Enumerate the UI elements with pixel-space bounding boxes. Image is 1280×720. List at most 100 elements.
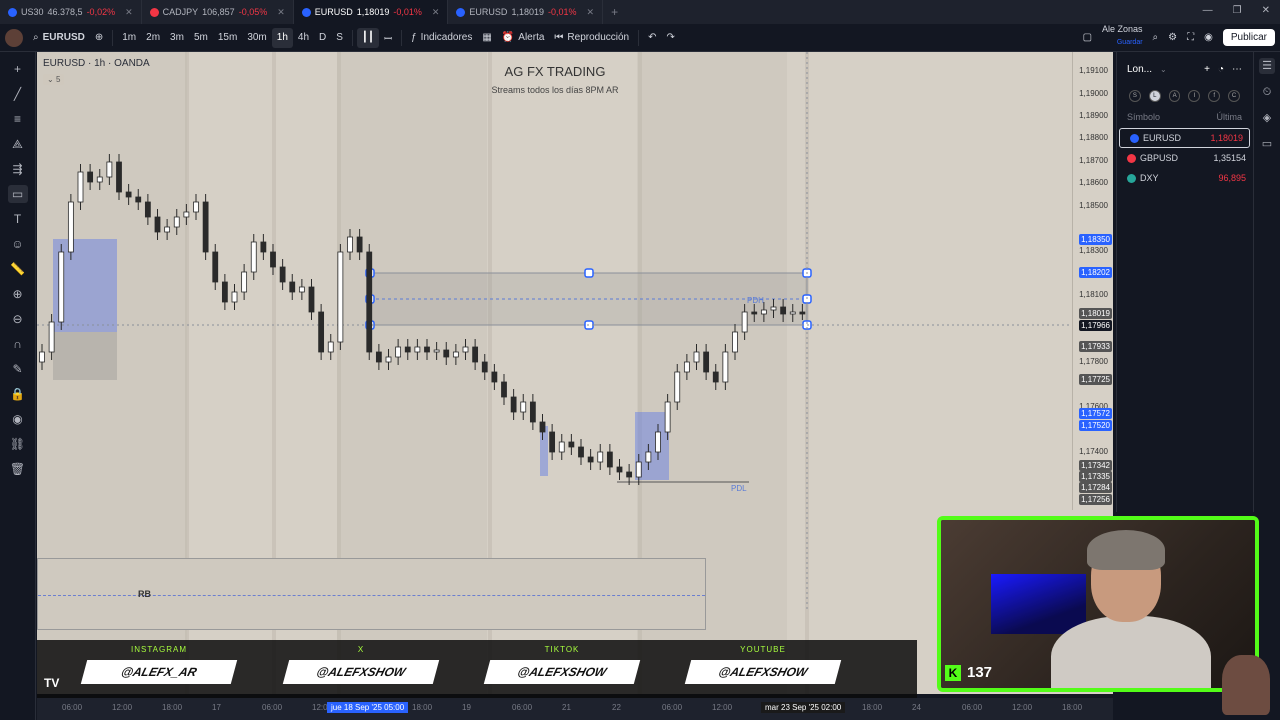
price-label: 1,17800 (1079, 357, 1108, 366)
minimize-icon[interactable]: — (1203, 5, 1213, 16)
watchlist-filter[interactable]: C (1228, 90, 1240, 102)
timeframe-D[interactable]: D (314, 24, 331, 52)
ruler-icon[interactable]: 📏 (8, 260, 28, 278)
alert-button[interactable]: ⏰ Alerta (497, 24, 550, 52)
candle-body (173, 216, 180, 228)
watchlist-settings-icon[interactable]: ◔ (1218, 64, 1224, 75)
publish-button[interactable]: Publicar (1218, 24, 1280, 52)
watchlist-filter[interactable]: f (1208, 90, 1221, 102)
chevron-down-icon[interactable]: ⌄ (1160, 65, 1167, 74)
publish-label: Publicar (1222, 29, 1275, 46)
rb-indicator-panel[interactable]: RB (37, 558, 706, 630)
lock-drawing-icon[interactable]: ✎ (8, 360, 28, 378)
fib-icon[interactable]: ≡ (8, 110, 28, 128)
add-symbol-button[interactable]: ⊕ (90, 24, 108, 52)
timeframe-15m[interactable]: 15m (213, 24, 242, 52)
undo-button[interactable]: ↶ (643, 24, 661, 52)
watchlist-icon[interactable]: ☰ (1259, 58, 1275, 74)
new-tab-icon[interactable]: + (611, 5, 618, 19)
pattern-icon[interactable]: ⟁ (8, 135, 28, 153)
browser-tab[interactable]: CADJPY 106,857 -0,05% ✕ (142, 0, 294, 24)
social-handle[interactable]: @ALEFXSHOW (282, 660, 440, 684)
social-handle[interactable]: @ALEFX_AR (80, 660, 238, 684)
time-label: 21 (562, 703, 571, 712)
snapshot-button[interactable]: ◉ (1199, 24, 1218, 52)
watchlist-filter[interactable]: I (1188, 90, 1201, 102)
user-layout[interactable]: Ale Zonas Guardar (1097, 24, 1148, 52)
browser-tab[interactable]: EURUSD 1,18019 -0,01% ✕ (448, 0, 604, 24)
timeframe-2m[interactable]: 2m (141, 24, 165, 52)
templates-button[interactable]: ▦ (477, 24, 496, 52)
timeframe-1h[interactable]: 1h (271, 27, 293, 48)
column-last[interactable]: Última (1216, 112, 1242, 122)
cursor-icon[interactable]: + (8, 60, 28, 78)
watchlist-filter[interactable]: A (1168, 90, 1181, 102)
indicators-button[interactable]: ƒ Indicadores (406, 24, 477, 52)
magnet-icon[interactable]: ∩ (8, 335, 28, 353)
tab-close-icon[interactable]: ✕ (125, 7, 133, 18)
browser-tab[interactable]: US30 46.378,5 -0,02% ✕ (0, 0, 142, 24)
rb-label: RB (138, 589, 151, 599)
lock-icon[interactable]: 🔒 (8, 385, 28, 403)
tab-close-icon[interactable]: ✕ (432, 7, 440, 18)
timeframe-S[interactable]: S (331, 24, 348, 52)
rectangle-icon[interactable]: ▭ (7, 185, 28, 203)
timeframe-3m[interactable]: 3m (165, 24, 189, 52)
candles-button[interactable]: ┃┃ (356, 27, 379, 48)
tab-close-icon[interactable]: ✕ (587, 7, 595, 18)
chart-type-button[interactable]: ꟷ (379, 24, 397, 52)
price-label: 1,19100 (1079, 66, 1108, 75)
candle-body (597, 451, 604, 463)
column-symbol[interactable]: Símbolo (1127, 112, 1160, 122)
timeframe-5m[interactable]: 5m (189, 24, 213, 52)
avatar[interactable] (5, 28, 23, 47)
candle-body (664, 401, 671, 433)
time-axis[interactable]: 18:00 12:00 06:00 24 18:00 12:00 18:00 12:00 06:… (37, 698, 1113, 720)
watchlist-row[interactable]: EURUSD 1,18019 (1119, 128, 1250, 148)
redo-button[interactable]: ↷ (662, 24, 680, 52)
timeframe-4h[interactable]: 4h (293, 24, 314, 52)
emoji-icon[interactable]: ☺ (8, 235, 28, 253)
candle-body (587, 456, 594, 463)
timeframe-30m[interactable]: 30m (242, 24, 271, 52)
layers-icon[interactable]: ◈ (1259, 110, 1275, 126)
time-label: 12:00 (112, 703, 133, 712)
text-icon[interactable]: T (8, 210, 28, 228)
close-window-icon[interactable]: ✕ (1262, 5, 1270, 16)
replay-button[interactable]: ⏮ Reproducción (549, 24, 634, 52)
timeframe-1m[interactable]: 1m (117, 24, 141, 52)
alerts-icon[interactable]: ⏲ (1259, 84, 1275, 100)
price-badge: 1,17342 (1079, 460, 1112, 471)
tab-close-icon[interactable]: ✕ (277, 7, 285, 18)
quick-search-button[interactable]: ⌕ (1148, 24, 1164, 52)
maximize-icon[interactable]: ❐ (1233, 5, 1242, 16)
toolbar-avatar[interactable] (0, 24, 28, 52)
watchlist-title[interactable]: Lon... (1127, 64, 1152, 75)
social-handle[interactable]: @ALEFXSHOW (483, 660, 641, 684)
add-symbol-icon[interactable]: + (1204, 64, 1210, 75)
plus-circle-icon: ⊕ (94, 32, 104, 43)
watchlist-filter[interactable]: S (1129, 90, 1141, 102)
link-icon[interactable]: ⛓ (8, 435, 28, 453)
social-tiktok: TIKTOK @ALEFXSHOW (483, 645, 641, 684)
trend-line-icon[interactable]: ╱ (8, 85, 28, 103)
watchlist-row[interactable]: DXY 96,895 (1117, 168, 1252, 188)
social-handle[interactable]: @ALEFXSHOW (684, 660, 842, 684)
trash-icon[interactable]: 🗑 (8, 460, 28, 478)
symbol-search[interactable]: ⌕ EURUSD (28, 24, 90, 52)
eye-icon[interactable]: ◉ (8, 410, 28, 428)
watchlist-row[interactable]: GBPUSD 1,35154 (1117, 148, 1252, 168)
settings-button[interactable]: ⚙ (1163, 24, 1182, 52)
watchlist-filter[interactable]: L (1148, 90, 1161, 102)
zoom-in-icon[interactable]: ⊕ (8, 285, 28, 303)
candle-body (356, 236, 363, 253)
browser-tab[interactable]: EURUSD 1,18019 -0,01% ✕ (293, 0, 449, 24)
more-options-icon[interactable]: ⋯ (1232, 64, 1242, 75)
price-badge: 1,17335 (1079, 471, 1112, 482)
forecast-icon[interactable]: ⇶ (8, 160, 28, 178)
layout-button[interactable]: ▢ (1078, 24, 1097, 52)
zoom-out-icon[interactable]: ⊖ (8, 310, 28, 328)
chat-icon[interactable]: ▭ (1259, 136, 1275, 152)
price-axis[interactable]: 1,19100 1,19000 1,18900 1,18800 1,18700 1,186… (1072, 52, 1113, 510)
fullscreen-button[interactable]: ⛶ (1182, 24, 1199, 52)
